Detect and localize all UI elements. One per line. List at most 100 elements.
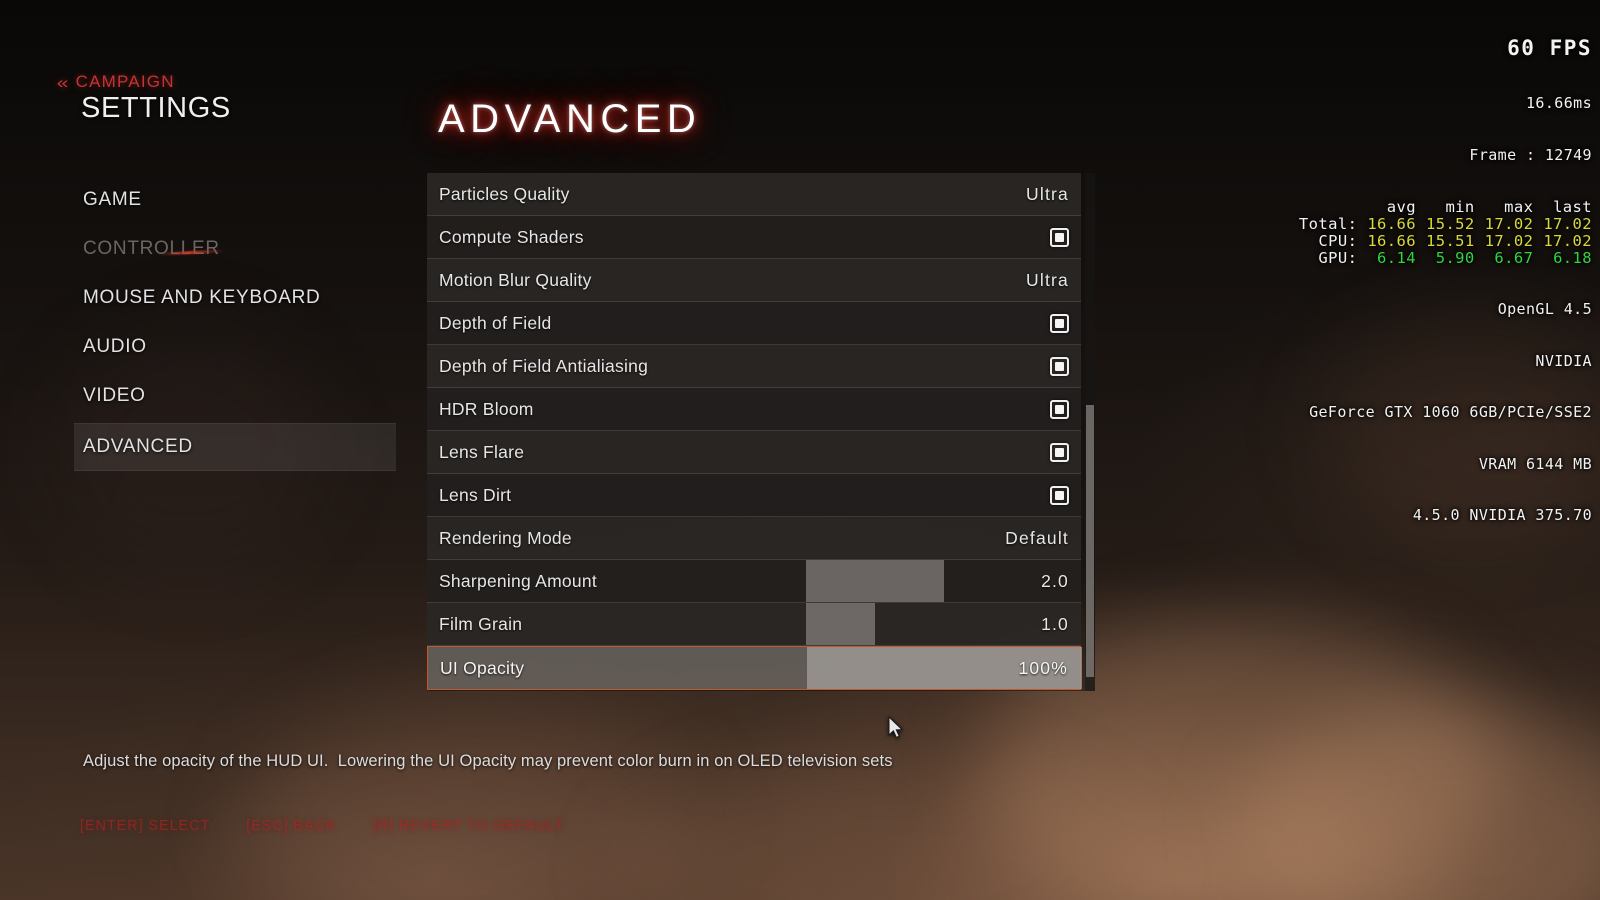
sidebar-item-label: AUDIO [83, 336, 147, 357]
hud-row-total: Total: 16.66 15.52 17.02 17.02 [1299, 216, 1592, 233]
hud-value-last: 6.18 [1553, 249, 1592, 267]
setting-row-motion-blur-quality[interactable]: Motion Blur Quality Ultra [427, 259, 1081, 302]
hud-value-avg: 6.14 [1377, 249, 1416, 267]
hud-value-max: 6.67 [1494, 249, 1534, 267]
setting-row-hdr-bloom[interactable]: HDR Bloom [427, 388, 1081, 431]
sidebar-item-label: GAME [83, 189, 142, 210]
hud-row-label: GPU: [1318, 249, 1358, 267]
hud-col-avg: avg [1386, 198, 1416, 216]
hud-row-gpu: GPU: 6.14 5.90 6.67 6.18 [1299, 250, 1592, 267]
checkbox-checked-icon[interactable] [1050, 442, 1069, 462]
setting-row-particles-quality[interactable]: Particles Quality Ultra [427, 173, 1081, 216]
hud-row-cpu: CPU: 16.66 15.51 17.02 17.02 [1299, 233, 1592, 250]
sidebar-item-label: CONTROLLER [83, 238, 220, 259]
hud-row-label [1299, 199, 1357, 216]
hint-revert: [R] REVERT TO DEFAULT [372, 818, 565, 834]
sidebar-item-label: VIDEO [83, 385, 146, 406]
smoke-haze [240, 700, 700, 900]
checkbox-checked-icon[interactable] [1050, 227, 1069, 247]
hud-gpu-vendor: NVIDIA [1535, 351, 1592, 370]
setting-value[interactable]: Ultra [1026, 184, 1081, 205]
settings-category-nav: GAME CONTROLLER MOUSE AND KEYBOARD AUDIO… [74, 178, 396, 476]
setting-label: Film Grain [439, 613, 523, 634]
sidebar-item-controller[interactable]: CONTROLLER [74, 227, 396, 271]
setting-label: Particles Quality [439, 183, 570, 204]
settings-row-list: Particles Quality Ultra Compute Shaders … [427, 173, 1082, 690]
setting-value[interactable]: Ultra [1026, 270, 1081, 291]
setting-description: Adjust the opacity of the HUD UI. Loweri… [83, 752, 893, 770]
slider-fill[interactable] [806, 603, 875, 645]
double-chevron-left-icon: « [56, 72, 70, 92]
setting-row-sharpening-amount[interactable]: Sharpening Amount 2.0 [427, 560, 1081, 603]
hud-frame-count: Frame : 12749 [1469, 146, 1592, 164]
hud-driver: 4.5.0 NVIDIA 375.70 [1412, 506, 1592, 524]
hud-row-label: Total: [1298, 215, 1358, 233]
setting-row-compute-shaders[interactable]: Compute Shaders [427, 216, 1081, 259]
setting-label: Depth of Field [439, 312, 552, 333]
hud-header-row: avg min max last [1299, 199, 1592, 216]
section-heading: ADVANCED [438, 97, 702, 141]
hud-value-max: 17.02 [1484, 232, 1534, 250]
setting-row-rendering-mode[interactable]: Rendering Mode Default [427, 517, 1081, 560]
hud-col-min: min [1445, 198, 1475, 216]
settings-scrollbar-thumb[interactable] [1086, 405, 1094, 677]
smoke-haze [620, 760, 1140, 900]
sidebar-item-mouse-and-keyboard[interactable]: MOUSE AND KEYBOARD [74, 276, 396, 320]
hud-value-avg: 16.66 [1367, 232, 1416, 250]
sidebar-item-video[interactable]: VIDEO [74, 374, 396, 418]
setting-row-lens-dirt[interactable]: Lens Dirt [427, 474, 1081, 517]
hud-value-last: 17.02 [1543, 215, 1592, 233]
sidebar-item-advanced[interactable]: ADVANCED [74, 423, 396, 471]
settings-scrollbar-track[interactable] [1085, 173, 1095, 691]
settings-panel: Particles Quality Ultra Compute Shaders … [427, 173, 1095, 691]
hud-value-max: 17.02 [1484, 215, 1534, 233]
hud-value-min: 5.90 [1435, 249, 1475, 267]
checkbox-checked-icon[interactable] [1050, 313, 1069, 333]
performance-hud-overlay: 60 FPS 16.66ms Frame : 12749 avg min max… [1299, 2, 1592, 559]
setting-row-lens-flare[interactable]: Lens Flare [427, 431, 1081, 474]
setting-value: 2.0 [1041, 570, 1069, 591]
setting-label: Lens Dirt [439, 484, 512, 505]
sidebar-item-audio[interactable]: AUDIO [74, 325, 396, 369]
setting-row-depth-of-field[interactable]: Depth of Field [427, 302, 1081, 345]
hint-back: [ESC] BACK [246, 818, 337, 834]
hud-graphics-api: OpenGL 4.5 [1497, 300, 1592, 318]
setting-label: Motion Blur Quality [439, 269, 592, 290]
setting-row-film-grain[interactable]: Film Grain 1.0 [427, 603, 1081, 646]
setting-label: UI Opacity [440, 657, 525, 678]
setting-label: HDR Bloom [439, 398, 534, 419]
slider-fill[interactable] [806, 560, 944, 602]
setting-label: Compute Shaders [439, 226, 584, 247]
smoke-haze [1240, 700, 1600, 900]
hud-value-avg: 16.66 [1367, 215, 1416, 233]
setting-value[interactable]: Default [1005, 528, 1081, 549]
hud-gpu-renderer: GeForce GTX 1060 6GB/PCIe/SSE2 [1309, 403, 1592, 421]
back-label: CAMPAIGN [75, 72, 175, 91]
hud-col-last: last [1553, 198, 1592, 216]
setting-label: Lens Flare [439, 441, 525, 462]
checkbox-checked-icon[interactable] [1050, 399, 1069, 419]
setting-row-ui-opacity[interactable]: UI Opacity 100% [427, 646, 1082, 690]
hud-row-label: CPU: [1318, 232, 1358, 250]
checkbox-checked-icon[interactable] [1050, 356, 1069, 376]
hud-value-last: 17.02 [1543, 232, 1592, 250]
hud-value-min: 15.52 [1425, 215, 1475, 233]
game-settings-screen: 60 FPS 16.66ms Frame : 12749 avg min max… [0, 0, 1600, 900]
sidebar-item-label: MOUSE AND KEYBOARD [83, 287, 321, 308]
footer-key-hints: [ENTER] SELECT [ESC] BACK [R] REVERT TO … [80, 818, 564, 834]
setting-label: Sharpening Amount [439, 570, 597, 591]
checkbox-checked-icon[interactable] [1050, 485, 1069, 505]
setting-label: Rendering Mode [439, 527, 572, 548]
sidebar-item-game[interactable]: GAME [74, 178, 396, 222]
hud-col-max: max [1504, 198, 1534, 216]
sidebar-item-label: ADVANCED [83, 436, 193, 457]
setting-label: Depth of Field Antialiasing [439, 355, 649, 376]
hud-stats-table: avg min max last Total: 16.66 15.52 17.0… [1299, 199, 1592, 267]
back-to-campaign-button[interactable]: « CAMPAIGN [56, 72, 175, 92]
page-title: SETTINGS [81, 92, 231, 124]
setting-row-depth-of-field-antialiasing[interactable]: Depth of Field Antialiasing [427, 345, 1081, 388]
hud-frametime: 16.66ms [1525, 94, 1592, 112]
mouse-pointer-icon [888, 716, 904, 739]
hud-value-min: 15.51 [1425, 232, 1475, 250]
hud-fps: 60 FPS [1507, 36, 1592, 60]
